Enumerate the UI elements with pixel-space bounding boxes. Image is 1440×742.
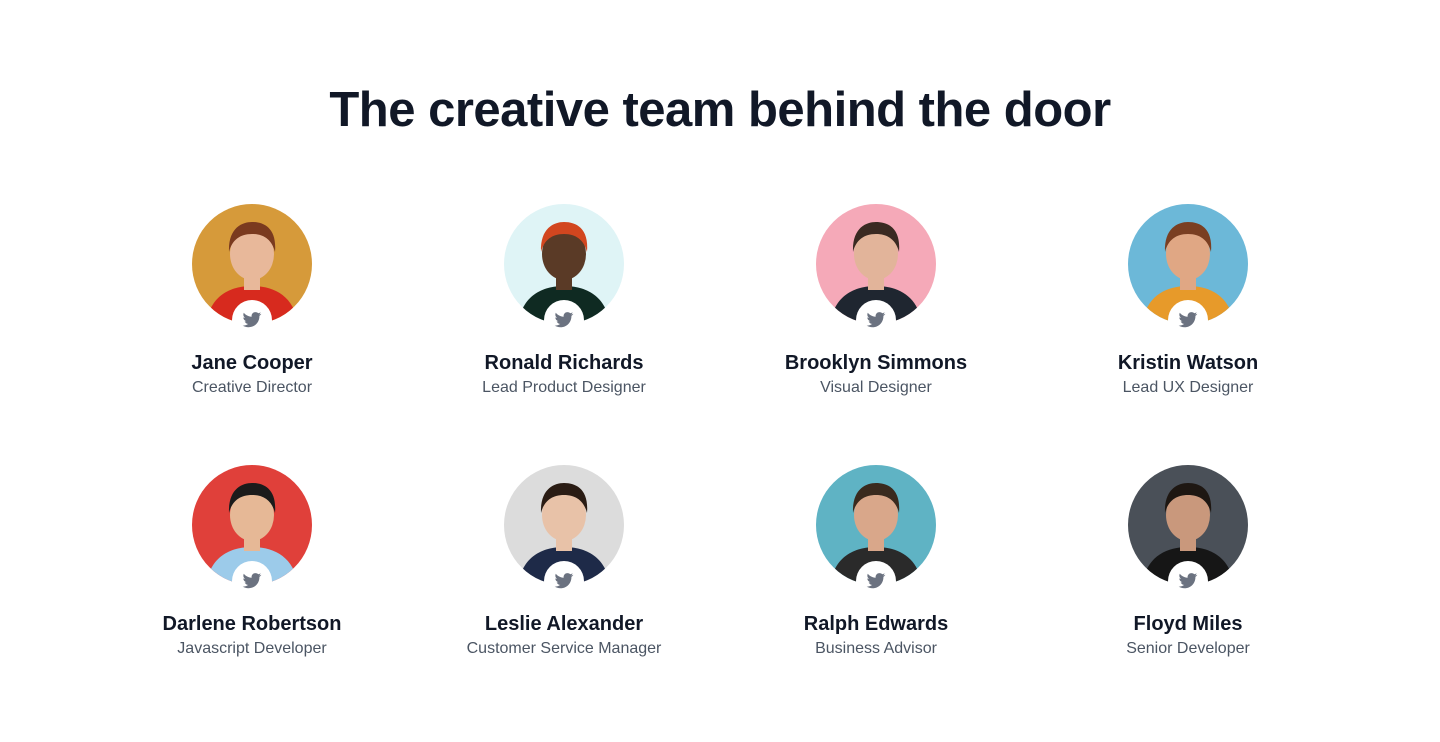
member-role: Javascript Developer <box>177 640 327 657</box>
member-name: Kristin Watson <box>1117 352 1259 374</box>
team-member: Floyd Miles Senior Developer <box>1032 465 1344 705</box>
member-name: Brooklyn Simmons <box>784 352 968 374</box>
twitter-icon <box>242 571 262 591</box>
member-role: Lead UX Designer <box>1122 379 1254 396</box>
avatar-wrap <box>816 204 936 340</box>
team-member: Ralph Edwards Business Advisor <box>720 465 1032 705</box>
team-member: Kristin Watson Lead UX Designer <box>1032 204 1344 465</box>
team-member: Ronald Richards Lead Product Designer <box>408 204 720 465</box>
twitter-icon <box>242 310 262 330</box>
twitter-link[interactable] <box>1168 300 1208 340</box>
member-name: Leslie Alexander <box>484 613 644 635</box>
member-name: Darlene Robertson <box>162 613 342 635</box>
twitter-icon <box>554 310 574 330</box>
twitter-link[interactable] <box>232 561 272 601</box>
member-role: Customer Service Manager <box>466 640 662 657</box>
team-section: The creative team behind the door Jane C… <box>0 0 1440 742</box>
twitter-link[interactable] <box>1168 561 1208 601</box>
member-role: Visual Designer <box>820 379 932 396</box>
twitter-link[interactable] <box>856 300 896 340</box>
twitter-link[interactable] <box>544 561 584 601</box>
member-role: Senior Developer <box>1126 640 1250 657</box>
member-name: Ralph Edwards <box>803 613 949 635</box>
team-member: Darlene Robertson Javascript Developer <box>96 465 408 705</box>
section-title: The creative team behind the door <box>329 83 1111 137</box>
avatar-wrap <box>504 204 624 340</box>
member-role: Creative Director <box>191 379 313 396</box>
twitter-link[interactable] <box>544 300 584 340</box>
twitter-icon <box>554 571 574 591</box>
member-name: Jane Cooper <box>191 352 313 374</box>
avatar-wrap <box>1128 465 1248 601</box>
team-member: Brooklyn Simmons Visual Designer <box>720 204 1032 465</box>
avatar-wrap <box>504 465 624 601</box>
twitter-icon <box>866 310 886 330</box>
twitter-link[interactable] <box>856 561 896 601</box>
member-name: Ronald Richards <box>484 352 644 374</box>
avatar-wrap <box>816 465 936 601</box>
twitter-link[interactable] <box>232 300 272 340</box>
team-grid: Jane Cooper Creative Director Ronald Ric… <box>96 204 1344 705</box>
team-member: Leslie Alexander Customer Service Manage… <box>408 465 720 705</box>
avatar-wrap <box>1128 204 1248 340</box>
avatar-wrap <box>192 204 312 340</box>
team-member: Jane Cooper Creative Director <box>96 204 408 465</box>
member-role: Business Advisor <box>815 640 937 657</box>
twitter-icon <box>866 571 886 591</box>
twitter-icon <box>1178 571 1198 591</box>
member-name: Floyd Miles <box>1133 613 1243 635</box>
avatar-wrap <box>192 465 312 601</box>
twitter-icon <box>1178 310 1198 330</box>
member-role: Lead Product Designer <box>482 379 646 396</box>
